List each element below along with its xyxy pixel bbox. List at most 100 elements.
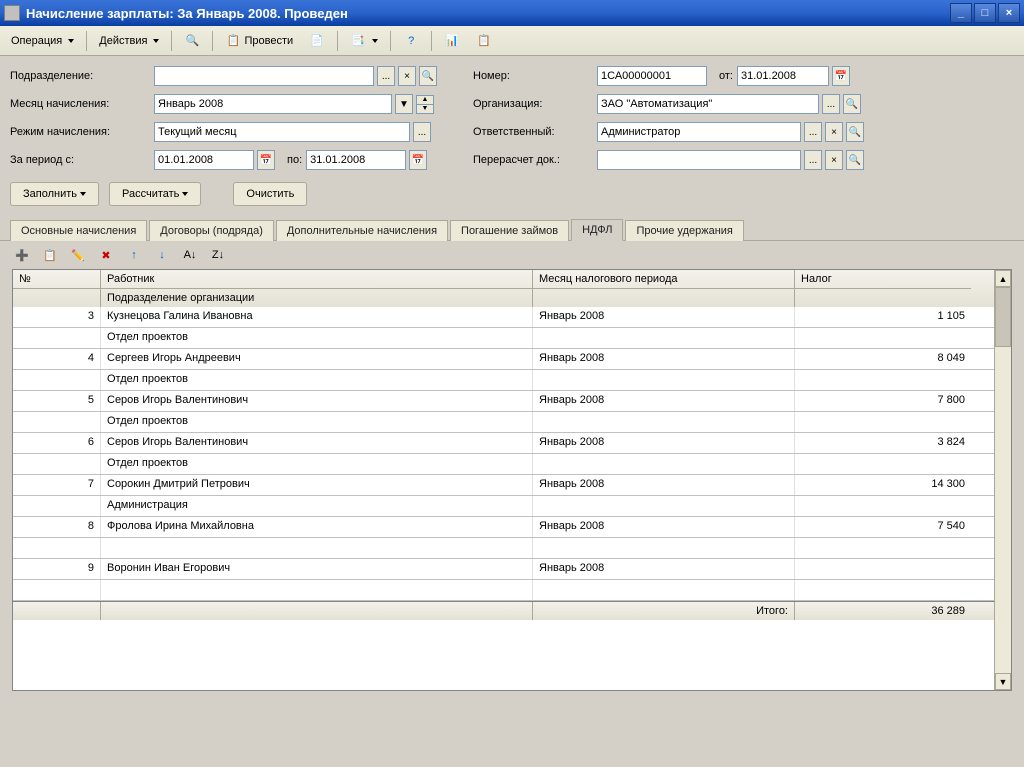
- cell-num: 8: [13, 517, 101, 537]
- cell-month: Январь 2008: [533, 559, 795, 579]
- cell-tax: 7 540: [795, 517, 971, 537]
- tab-contracts[interactable]: Договоры (подряда): [149, 220, 274, 241]
- toolbar-print-icon[interactable]: 📑: [343, 30, 385, 52]
- help-button[interactable]: ?: [396, 30, 426, 52]
- recalc-label: Перерасчет док.:: [473, 154, 593, 166]
- col-month-header[interactable]: Месяц налогового периода: [533, 270, 795, 288]
- responsible-label: Ответственный:: [473, 126, 593, 138]
- recalc-clear-button[interactable]: ×: [825, 150, 843, 170]
- period-to-input[interactable]: 31.01.2008: [306, 150, 406, 170]
- post-button[interactable]: 📋Провести: [218, 30, 300, 52]
- department-search-button[interactable]: 🔍: [419, 66, 437, 86]
- col-employee-header[interactable]: Работник: [101, 270, 533, 288]
- cell-employee: Воронин Иван Егорович: [101, 559, 533, 579]
- close-button[interactable]: ×: [998, 3, 1020, 23]
- month-input[interactable]: Январь 2008: [154, 94, 392, 114]
- department-select-button[interactable]: ...: [377, 66, 395, 86]
- recalc-select-button[interactable]: ...: [804, 150, 822, 170]
- responsible-clear-button[interactable]: ×: [825, 122, 843, 142]
- number-input[interactable]: 1СА00000001: [597, 66, 707, 86]
- tab-other[interactable]: Прочие удержания: [625, 220, 743, 241]
- toolbar-movement-icon[interactable]: 📄: [302, 30, 332, 52]
- add-row-icon[interactable]: ➕: [12, 245, 32, 265]
- actions-menu[interactable]: Действия: [92, 30, 166, 52]
- month-down-button[interactable]: ▼: [416, 104, 434, 114]
- clear-button[interactable]: Очистить: [233, 182, 307, 206]
- cell-blank: [13, 412, 101, 432]
- tab-loans[interactable]: Погашение займов: [450, 220, 569, 241]
- period-to-calendar-button[interactable]: 📅: [409, 150, 427, 170]
- tab-ndfl[interactable]: НДФЛ: [571, 219, 623, 241]
- cell-blank: [533, 328, 795, 348]
- cell-blank: [795, 412, 971, 432]
- table-row[interactable]: 7Сорокин Дмитрий ПетровичЯнварь 200814 3…: [13, 475, 994, 517]
- mode-input[interactable]: Текущий месяц: [154, 122, 410, 142]
- scroll-up-button[interactable]: ▲: [995, 270, 1011, 287]
- period-from-label: За период с:: [10, 154, 150, 166]
- col-tax-header[interactable]: Налог: [795, 270, 971, 288]
- cell-dept: Администрация: [101, 496, 533, 516]
- responsible-input[interactable]: Администратор: [597, 122, 801, 142]
- toolbar-list-icon[interactable]: 📊: [437, 30, 467, 52]
- col-num-header[interactable]: №: [13, 270, 101, 288]
- copy-row-icon[interactable]: 📋: [40, 245, 60, 265]
- sort-desc-icon[interactable]: Z↓: [208, 245, 228, 265]
- period-from-calendar-button[interactable]: 📅: [257, 150, 275, 170]
- toolbar-find-icon[interactable]: 🔍: [177, 30, 207, 52]
- edit-row-icon[interactable]: ✏️: [68, 245, 88, 265]
- date-input[interactable]: 31.01.2008: [737, 66, 829, 86]
- recalc-search-button[interactable]: 🔍: [846, 150, 864, 170]
- org-select-button[interactable]: ...: [822, 94, 840, 114]
- minimize-button[interactable]: _: [950, 3, 972, 23]
- responsible-search-button[interactable]: 🔍: [846, 122, 864, 142]
- cell-tax: 3 824: [795, 433, 971, 453]
- main-toolbar: Операция Действия 🔍 📋Провести 📄 📑 ? 📊 📋: [0, 26, 1024, 56]
- org-input[interactable]: ЗАО "Автоматизация": [597, 94, 819, 114]
- col-dept-header[interactable]: Подразделение организации: [101, 288, 533, 307]
- mode-select-button[interactable]: ...: [413, 122, 431, 142]
- tab-additional[interactable]: Дополнительные начисления: [276, 220, 448, 241]
- calc-button[interactable]: Рассчитать: [109, 182, 201, 206]
- org-label: Организация:: [473, 98, 593, 110]
- table-row[interactable]: 4Сергеев Игорь АндреевичЯнварь 20088 049…: [13, 349, 994, 391]
- tab-main[interactable]: Основные начисления: [10, 220, 147, 241]
- org-search-button[interactable]: 🔍: [843, 94, 861, 114]
- app-icon: [4, 5, 20, 21]
- sort-asc-icon[interactable]: A↓: [180, 245, 200, 265]
- scroll-down-button[interactable]: ▼: [995, 673, 1011, 690]
- cell-num: 5: [13, 391, 101, 411]
- operation-menu[interactable]: Операция: [4, 30, 81, 52]
- table-row[interactable]: 9Воронин Иван ЕгоровичЯнварь 2008: [13, 559, 994, 601]
- cell-blank: [795, 496, 971, 516]
- cell-dept: Отдел проектов: [101, 328, 533, 348]
- cell-tax: 7 800: [795, 391, 971, 411]
- department-input[interactable]: [154, 66, 374, 86]
- cell-tax: 14 300: [795, 475, 971, 495]
- date-calendar-button[interactable]: 📅: [832, 66, 850, 86]
- month-dropdown-button[interactable]: ▼: [395, 94, 413, 114]
- fill-button[interactable]: Заполнить: [10, 182, 99, 206]
- delete-row-icon[interactable]: ✖: [96, 245, 116, 265]
- department-clear-button[interactable]: ×: [398, 66, 416, 86]
- maximize-button[interactable]: □: [974, 3, 996, 23]
- table-row[interactable]: 8Фролова Ирина МихайловнаЯнварь 20087 54…: [13, 517, 994, 559]
- cell-dept: [101, 580, 533, 600]
- cell-num: 9: [13, 559, 101, 579]
- responsible-select-button[interactable]: ...: [804, 122, 822, 142]
- cell-blank: [13, 580, 101, 600]
- cell-num: 6: [13, 433, 101, 453]
- recalc-input[interactable]: [597, 150, 801, 170]
- cell-blank: [13, 328, 101, 348]
- move-down-icon[interactable]: ↓: [152, 245, 172, 265]
- grid-scrollbar[interactable]: ▲ ▼: [994, 270, 1011, 690]
- cell-num: 3: [13, 307, 101, 327]
- table-row[interactable]: 6Серов Игорь ВалентиновичЯнварь 20083 82…: [13, 433, 994, 475]
- month-label: Месяц начисления:: [10, 98, 150, 110]
- move-up-icon[interactable]: ↑: [124, 245, 144, 265]
- period-from-input[interactable]: 01.01.2008: [154, 150, 254, 170]
- form-area: Подразделение: ... × 🔍 Месяц начисления:…: [0, 56, 1024, 176]
- table-row[interactable]: 3Кузнецова Галина ИвановнаЯнварь 20081 1…: [13, 307, 994, 349]
- toolbar-structure-icon[interactable]: 📋: [469, 30, 499, 52]
- scroll-thumb[interactable]: [995, 287, 1011, 347]
- table-row[interactable]: 5Серов Игорь ВалентиновичЯнварь 20087 80…: [13, 391, 994, 433]
